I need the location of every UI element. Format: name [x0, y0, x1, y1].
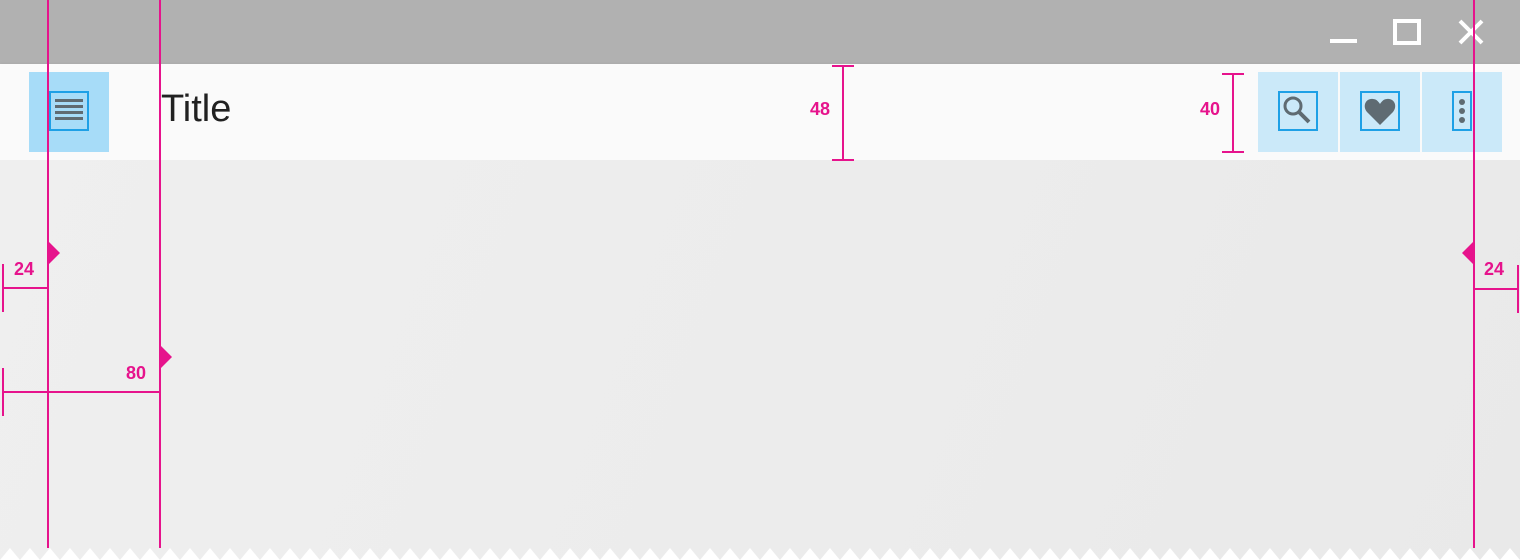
icon-height-label: 40	[1200, 99, 1221, 119]
right-margin-label: 24	[1484, 259, 1505, 279]
bar-height-label: 48	[810, 99, 831, 119]
redline-annotations	[2, 65, 1519, 416]
left-margin-label: 24	[14, 259, 35, 279]
torn-edge	[0, 548, 1520, 560]
title-keyline-label: 80	[126, 363, 147, 383]
